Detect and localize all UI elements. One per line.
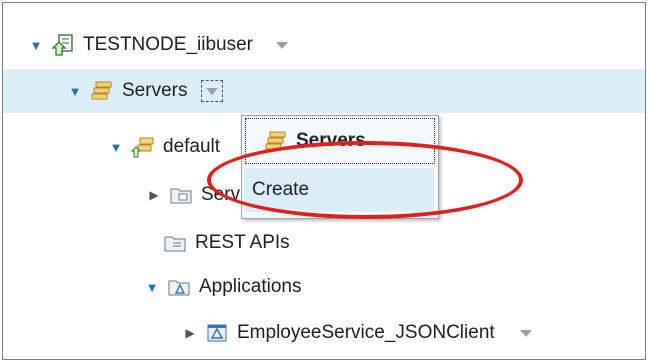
collapse-twisty-icon[interactable]: ▶ xyxy=(145,188,163,202)
expand-twisty-icon[interactable]: ▼ xyxy=(27,38,45,53)
application-menu-dropdown-icon[interactable] xyxy=(517,324,535,342)
integration-server-icon xyxy=(130,136,155,158)
navigator-tree-panel: ▼ TESTNODE_iibuser ▼ Servers ▼ default ▶… xyxy=(2,2,646,360)
servers-menu-dropdown-icon[interactable] xyxy=(201,80,224,102)
expand-twisty-icon[interactable]: ▼ xyxy=(66,84,84,99)
applications-label: Applications xyxy=(199,276,302,297)
tree-row-applications[interactable]: ▼ Applications xyxy=(143,265,302,309)
servers-icon xyxy=(90,80,114,102)
rest-apis-label: REST APIs xyxy=(195,232,290,253)
integration-node-label: TESTNODE_iibuser xyxy=(83,34,253,55)
employee-service-label: EmployeeService_JSONClient xyxy=(237,322,495,343)
tree-row-default-server[interactable]: ▼ default xyxy=(107,125,220,169)
annotation-highlight-ellipse xyxy=(207,141,523,219)
tree-row-employee-service[interactable]: ▶ EmployeeService_JSONClient xyxy=(181,311,535,355)
expand-twisty-icon[interactable]: ▼ xyxy=(107,140,125,155)
services-folder-icon xyxy=(169,184,193,206)
integration-node-icon xyxy=(51,34,75,56)
collapse-twisty-icon[interactable]: ▶ xyxy=(181,326,199,340)
default-server-label: default xyxy=(163,136,221,157)
application-icon xyxy=(205,322,229,344)
tree-row-rest-apis[interactable]: REST APIs xyxy=(163,221,290,265)
tree-row-integration-node[interactable]: ▼ TESTNODE_iibuser xyxy=(27,23,291,67)
rest-apis-icon xyxy=(163,232,187,254)
expand-twisty-icon[interactable]: ▼ xyxy=(143,280,161,295)
node-menu-dropdown-icon[interactable] xyxy=(273,36,291,54)
tree-row-servers[interactable]: ▼ Servers xyxy=(3,69,645,113)
applications-icon xyxy=(167,276,191,298)
servers-label: Servers xyxy=(122,80,188,101)
